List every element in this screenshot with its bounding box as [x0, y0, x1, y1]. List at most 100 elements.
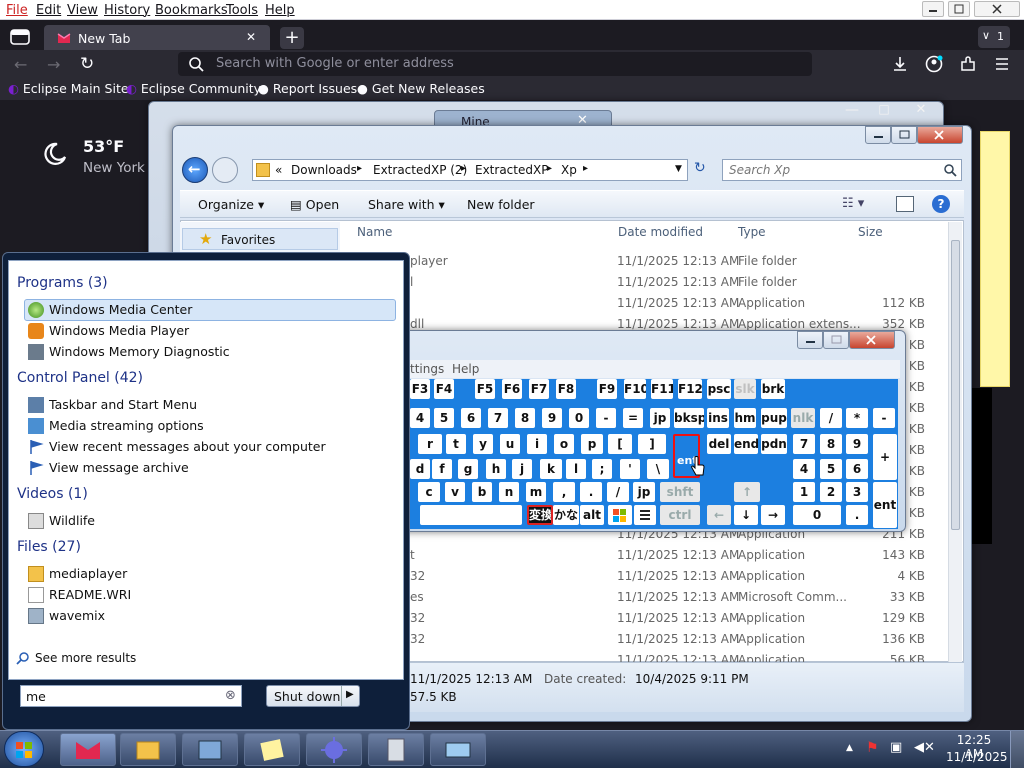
taskbar-sticky-notes[interactable] [244, 733, 300, 766]
osk-key[interactable]: l [566, 459, 586, 479]
osk-key[interactable]: 4 [410, 408, 430, 428]
osk-key[interactable]: 1 [793, 482, 815, 502]
osk-key[interactable]: end [734, 434, 758, 454]
volume-muted-icon[interactable]: ◀✕ [914, 740, 935, 755]
osk-key[interactable]: o [554, 434, 574, 454]
osk-key[interactable]: y [473, 434, 493, 454]
taskbar-explorer[interactable] [120, 733, 176, 766]
menu-file[interactable]: File [6, 3, 28, 18]
osk-key[interactable]: F4 [434, 379, 454, 399]
osk-maximize-button[interactable] [823, 331, 849, 349]
osk-key[interactable]: 9 [846, 434, 868, 454]
taskbar-mine-game[interactable] [306, 733, 362, 766]
osk-key[interactable]: brk [761, 379, 785, 399]
action-center-flag-icon[interactable]: ⚑ [866, 740, 879, 756]
osk-key[interactable]: - [873, 408, 895, 428]
osk-key[interactable]: p [581, 434, 603, 454]
osk-key[interactable]: F8 [556, 379, 576, 399]
maximize-button[interactable] [948, 1, 970, 17]
clock-date[interactable]: 11/1/2025 [946, 750, 1008, 764]
osk-key[interactable]: 5 [434, 408, 454, 428]
breadcrumb-extractedxp[interactable]: ExtractedXP [475, 163, 548, 177]
osk-key[interactable]: slk [734, 379, 756, 399]
osk-key[interactable]: ↓ [734, 505, 758, 525]
clear-search-icon[interactable]: ⊗ [225, 688, 236, 703]
osk-key[interactable]: 8 [515, 408, 535, 428]
osk-key[interactable]: ent [873, 482, 897, 528]
table-row[interactable]: es 11/1/2025 12:13 AM Microsoft Comm... 33 … [410, 587, 960, 608]
forward-button[interactable] [212, 157, 238, 183]
tab-new-tab[interactable]: New Tab ✕ [44, 25, 270, 51]
column-size[interactable]: Size [858, 225, 883, 239]
osk-key[interactable]: ' [620, 459, 640, 479]
osk-key-windows[interactable] [608, 505, 632, 525]
osk-key[interactable]: . [846, 505, 868, 525]
osk-key[interactable]: ins [707, 408, 729, 428]
forward-arrow-icon[interactable]: → [47, 55, 60, 74]
show-desktop-button[interactable] [1010, 731, 1024, 768]
show-hidden-icons[interactable]: ▲ [846, 743, 853, 753]
osk-close-button[interactable] [849, 331, 895, 349]
osk-key[interactable]: 6 [461, 408, 481, 428]
download-icon[interactable] [890, 54, 910, 74]
osk-key[interactable]: 3 [846, 482, 868, 502]
table-row[interactable]: l 11/1/2025 12:13 AM File folder [410, 272, 960, 293]
osk-key[interactable]: shft [660, 482, 700, 502]
bookmark-report-issues[interactable]: ● Report Issues [258, 81, 357, 96]
bookmark-get-new-releases[interactable]: ● Get New Releases [357, 81, 485, 96]
osk-key[interactable]: hm [734, 408, 756, 428]
close-button[interactable] [974, 1, 1020, 17]
bookmark-eclipse-community[interactable]: ◐ Eclipse Community [126, 81, 261, 96]
nav-favorites[interactable]: ★ Favorites [182, 228, 338, 250]
breadcrumb-extractedxp-2[interactable]: ExtractedXP (2) [373, 163, 467, 177]
osk-key[interactable]: jp [633, 482, 655, 502]
osk-key[interactable]: f [432, 459, 452, 479]
column-date-modified[interactable]: Date modified [618, 225, 703, 239]
table-row[interactable]: 32 11/1/2025 12:13 AM Application 136 KB [410, 629, 960, 650]
osk-key[interactable]: d [410, 459, 430, 479]
taskbar-firefox[interactable] [60, 733, 116, 766]
osk-key[interactable]: v [445, 482, 465, 502]
menu-tools[interactable]: Tools [226, 3, 258, 18]
menu-edit[interactable]: Edit [36, 3, 61, 18]
views-icon[interactable]: ☷ ▾ [842, 196, 864, 211]
osk-key[interactable]: 6 [846, 459, 868, 479]
extensions-icon[interactable] [958, 54, 978, 74]
breadcrumb-separator-icon[interactable]: ▸ [547, 163, 552, 174]
bookmark-eclipse-main[interactable]: ◐ Eclipse Main Site [8, 81, 129, 96]
osk-key[interactable]: psc [707, 379, 731, 399]
osk-key[interactable]: 4 [793, 459, 815, 479]
menu-view[interactable]: View [67, 3, 98, 18]
reload-icon[interactable]: ↻ [80, 54, 94, 74]
osk-key[interactable]: F3 [410, 379, 430, 399]
osk-key[interactable]: c [418, 482, 440, 502]
preview-pane-icon[interactable] [896, 196, 914, 212]
osk-key[interactable]: [ [608, 434, 632, 454]
osk-key-space[interactable] [420, 505, 522, 525]
osk-key[interactable]: n [499, 482, 519, 502]
menu-history[interactable]: History [104, 3, 150, 18]
new-folder-button[interactable]: New folder [467, 197, 535, 212]
osk-key[interactable]: alt [580, 505, 604, 525]
osk-key[interactable]: r [418, 434, 442, 454]
table-row[interactable]: player 11/1/2025 12:13 AM File folder [410, 251, 960, 272]
open-button[interactable]: ▤ Open [290, 197, 339, 212]
minimize-button[interactable] [922, 1, 944, 17]
back-arrow-icon[interactable]: ← [14, 55, 27, 74]
osk-key[interactable]: del [707, 434, 731, 454]
osk-key[interactable]: pup [761, 408, 787, 428]
breadcrumb-separator-icon[interactable]: ▸ [583, 163, 588, 174]
back-button[interactable]: ← [182, 157, 208, 183]
sticky-note[interactable] [980, 131, 1010, 387]
osk-key[interactable]: / [820, 408, 842, 428]
taskbar-calculator[interactable] [368, 733, 424, 766]
share-with-button[interactable]: Share with ▾ [368, 197, 445, 212]
osk-key[interactable]: g [458, 459, 478, 479]
search-box[interactable]: Search Xp [722, 159, 962, 181]
breadcrumb-downloads[interactable]: Downloads [291, 163, 357, 177]
osk-key[interactable]: F7 [529, 379, 549, 399]
breadcrumb-xp[interactable]: Xp [561, 163, 577, 177]
osk-key[interactable]: 7 [488, 408, 508, 428]
osk-key[interactable]: . [580, 482, 602, 502]
osk-key[interactable]: ↑ [734, 482, 760, 502]
